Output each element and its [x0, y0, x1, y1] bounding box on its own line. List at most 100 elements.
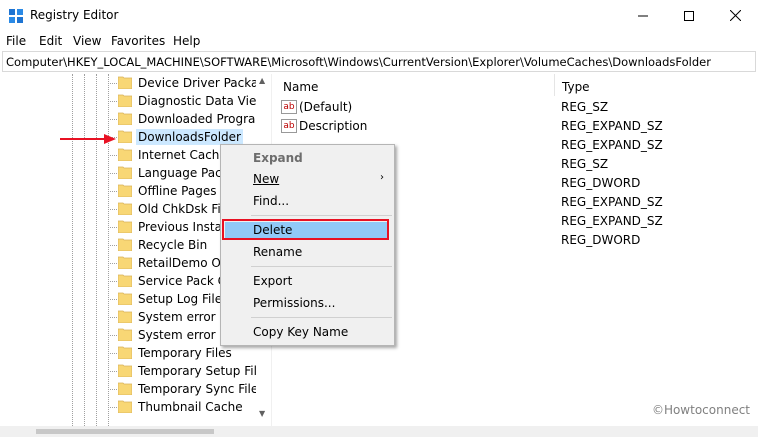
tree-item[interactable]: Thumbnail Cache: [0, 398, 256, 416]
tree-item[interactable]: RetailDemo Off: [0, 254, 256, 272]
scroll-up-icon[interactable]: ▲: [259, 76, 265, 85]
list-row[interactable]: ab (Default) REG_SZ: [277, 98, 758, 117]
tree-item[interactable]: System error m: [0, 308, 256, 326]
column-header-name[interactable]: Name: [283, 80, 318, 94]
close-button[interactable]: [712, 0, 758, 31]
context-menu-find[interactable]: Find...: [253, 194, 289, 208]
tree-item[interactable]: Temporary Files: [0, 344, 256, 362]
minimize-button[interactable]: [620, 0, 666, 31]
tree-connector: [108, 263, 117, 264]
tree-item[interactable]: Previous Install: [0, 218, 256, 236]
value-type: REG_DWORD: [561, 233, 641, 247]
tree-item-label: Old ChkDsk File: [138, 202, 232, 216]
menu-separator: [251, 317, 392, 318]
value-type: REG_EXPAND_SZ: [561, 214, 663, 228]
tree-connector: [108, 299, 117, 300]
menu-separator: [251, 266, 392, 267]
value-type: REG_EXPAND_SZ: [561, 195, 663, 209]
tree-item[interactable]: Offline Pages F: [0, 182, 256, 200]
tree-connector: [108, 371, 117, 372]
value-type: REG_SZ: [561, 157, 609, 171]
tree-item[interactable]: Diagnostic Data Viewe: [0, 92, 274, 110]
tree-item-label: Temporary Setup Files: [138, 364, 271, 378]
tree-item[interactable]: Language Pack: [0, 164, 256, 182]
title-bar: Registry Editor: [0, 0, 758, 31]
tree-item[interactable]: Internet Cache: [0, 146, 256, 164]
address-bar[interactable]: Computer\HKEY_LOCAL_MACHINE\SOFTWARE\Mic…: [2, 51, 756, 72]
column-separator[interactable]: [554, 74, 555, 96]
horizontal-scrollbar[interactable]: [0, 426, 758, 437]
tree-item[interactable]: Service Pack Cl: [0, 272, 256, 290]
value-name: Description: [299, 119, 368, 133]
context-menu-copy-key-name[interactable]: Copy Key Name: [253, 325, 348, 339]
tree-connector: [108, 389, 117, 390]
menu-bar: File Edit View Favorites Help: [0, 31, 758, 51]
tree-item[interactable]: Old ChkDsk File: [0, 200, 256, 218]
tree-item-label: Device Driver Package: [138, 76, 274, 90]
menu-help[interactable]: Help: [173, 34, 200, 48]
tree-connector: [108, 227, 117, 228]
tree-connector: [108, 173, 117, 174]
menu-file[interactable]: File: [6, 34, 26, 48]
folder-icon: [118, 166, 132, 179]
tree-connector: [108, 101, 117, 102]
folder-icon: [118, 202, 132, 215]
maximize-icon: [684, 10, 694, 21]
folder-icon: [118, 184, 132, 197]
tree-item-label: Diagnostic Data Viewe: [138, 94, 274, 108]
context-menu-expand: Expand: [253, 151, 303, 165]
tree-item-label: RetailDemo Off: [138, 256, 230, 270]
tree-item-label: Service Pack Cl: [138, 274, 230, 288]
tree-item[interactable]: Temporary Sync Files: [0, 380, 265, 398]
menu-edit[interactable]: Edit: [39, 34, 62, 48]
tree-item-label: Setup Log Files: [138, 292, 229, 306]
tree-connector: [108, 191, 117, 192]
horizontal-scroll-thumb[interactable]: [36, 429, 214, 434]
folder-icon: [118, 292, 132, 305]
scroll-down-icon[interactable]: ▼: [259, 409, 265, 418]
tree-item[interactable]: DownloadsFolder: [0, 128, 256, 146]
tree-item[interactable]: Temporary Setup Files: [0, 362, 271, 380]
context-menu-permissions[interactable]: Permissions...: [253, 296, 335, 310]
list-row[interactable]: ab Description REG_EXPAND_SZ: [277, 117, 758, 136]
tree-item-label: Downloaded Program: [138, 112, 268, 126]
minimize-icon: [638, 15, 648, 16]
tree-item-label: Thumbnail Cache: [138, 400, 243, 414]
tree-item-label: Language Pack: [138, 166, 229, 180]
tree-connector: [108, 335, 117, 336]
tree-item[interactable]: Device Driver Package: [0, 74, 273, 92]
submenu-arrow-icon: ›: [380, 172, 384, 183]
folder-icon: [118, 220, 132, 233]
context-menu-export[interactable]: Export: [253, 274, 292, 288]
tree-item[interactable]: Recycle Bin: [0, 236, 256, 254]
folder-icon: [118, 148, 132, 161]
close-icon: [729, 10, 741, 21]
folder-icon: [118, 328, 132, 341]
value-name: (Default): [299, 100, 353, 114]
tree-item-label: Temporary Files: [138, 346, 232, 360]
value-type: REG_DWORD: [561, 176, 641, 190]
folder-icon: [118, 256, 132, 269]
folder-icon: [118, 364, 132, 377]
tree-item[interactable]: Setup Log Files: [0, 290, 256, 308]
folder-icon: [118, 400, 132, 413]
registry-editor-icon: [9, 9, 23, 23]
tree-item-label: Offline Pages F: [138, 184, 228, 198]
tree-connector: [108, 245, 117, 246]
tree-item-label: System error m: [138, 328, 232, 342]
tree-connector: [108, 407, 117, 408]
context-menu-new[interactable]: New: [253, 172, 279, 186]
maximize-button[interactable]: [666, 0, 712, 31]
menu-view[interactable]: View: [73, 34, 101, 48]
context-menu-rename[interactable]: Rename: [253, 245, 302, 259]
tree-connector: [108, 155, 117, 156]
menu-favorites[interactable]: Favorites: [111, 34, 165, 48]
column-header-type[interactable]: Type: [562, 80, 590, 94]
address-path: Computer\HKEY_LOCAL_MACHINE\SOFTWARE\Mic…: [6, 55, 711, 69]
tree-item[interactable]: System error m: [0, 326, 256, 344]
context-menu: Expand New › Find... Delete Rename Expor…: [220, 144, 395, 346]
tree-item[interactable]: Downloaded Program: [0, 110, 267, 128]
folder-icon: [118, 112, 132, 125]
tree-connector: [108, 281, 117, 282]
tree-connector: [108, 317, 117, 318]
